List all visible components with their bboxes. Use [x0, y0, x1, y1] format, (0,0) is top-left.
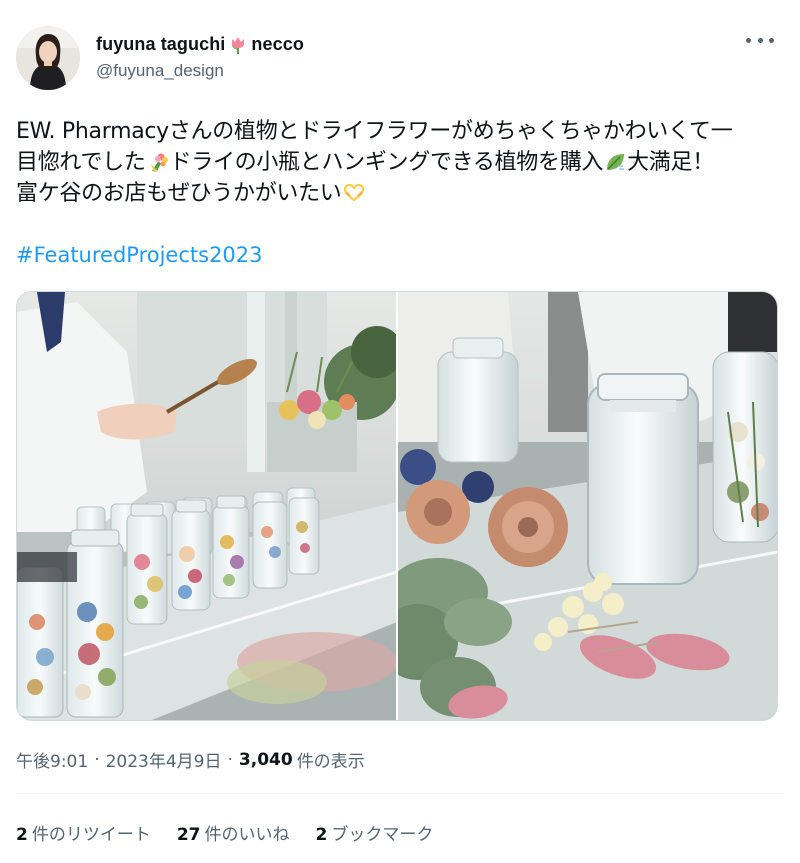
tweet-line-1: EW. Pharmacyさんの植物とドライフラワーがめちゃくちゃかわいくて一 [16, 119, 733, 144]
retweets-count: 2 [16, 825, 28, 845]
media-grid [16, 291, 778, 721]
avatar[interactable] [16, 26, 80, 90]
photo-jars-counter[interactable] [17, 292, 396, 720]
tweet-stats: 2 件のリツイート 27 件のいいね 2 ブックマーク [16, 820, 459, 845]
more-horizontal-icon [746, 37, 751, 43]
tweet-meta: 午後9:01 · 2023年4月9日 · 3,040 件の表示 [16, 747, 365, 773]
hashtag-link[interactable]: #FeaturedProjects2023 [16, 243, 263, 267]
likes-stat[interactable]: 27 件のいいね [177, 820, 290, 845]
bouquet-icon [147, 151, 169, 173]
display-name[interactable]: fuyuna taguchi necco [96, 34, 304, 55]
views-label: 件の表示 [296, 752, 365, 772]
retweets-label: 件のリツイート [31, 825, 151, 845]
meta-separator: · [94, 749, 100, 770]
likes-count: 27 [176, 825, 201, 845]
display-name-suffix: necco [251, 34, 304, 54]
tweet-time[interactable]: 午後9:01 [16, 747, 88, 772]
tweet-line-3: 富ケ谷のお店もぜひうかがいたい [16, 178, 786, 209]
bookmarks-count: 2 [315, 825, 328, 845]
views-count: 3,040 [238, 749, 293, 770]
divider [16, 793, 784, 794]
retweets-stat[interactable]: 2 件のリツイート [16, 820, 151, 845]
heart-hands-icon [343, 182, 365, 204]
photo-jar-closeup[interactable] [398, 292, 777, 720]
leaf-wind-icon [604, 151, 626, 173]
tweet-date[interactable]: 2023年4月9日 [106, 747, 222, 772]
meta-separator: · [227, 749, 233, 770]
bookmarks-stat[interactable]: 2 ブックマーク [316, 820, 434, 845]
display-name-text: fuyuna taguchi [96, 34, 226, 54]
tweet-line-2: 目惚れでした ドライの小瓶とハンギングできる植物を購入 大満足！ [16, 150, 714, 175]
tweet-text: EW. Pharmacyさんの植物とドライフラワーがめちゃくちゃかわいくて一 目… [16, 116, 786, 209]
bookmarks-label: ブックマーク [331, 825, 434, 845]
user-handle[interactable]: @fuyuna_design [96, 61, 224, 81]
likes-label: 件のいいね [204, 825, 290, 845]
more-options-button[interactable] [746, 30, 774, 50]
tulip-icon [228, 35, 248, 55]
